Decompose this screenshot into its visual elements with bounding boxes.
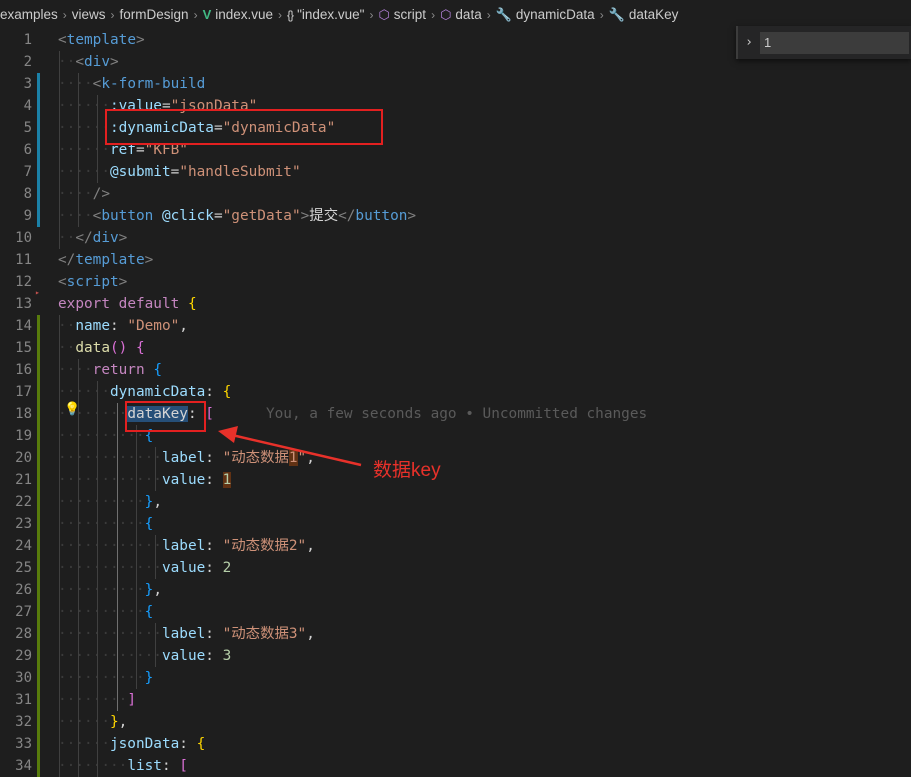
annotation-label: 数据key bbox=[373, 460, 441, 481]
annotation-arrow bbox=[218, 426, 362, 467]
lightbulb-icon[interactable]: 💡 bbox=[64, 402, 80, 417]
breakpoint-marker-icon: ▸ bbox=[35, 288, 40, 297]
